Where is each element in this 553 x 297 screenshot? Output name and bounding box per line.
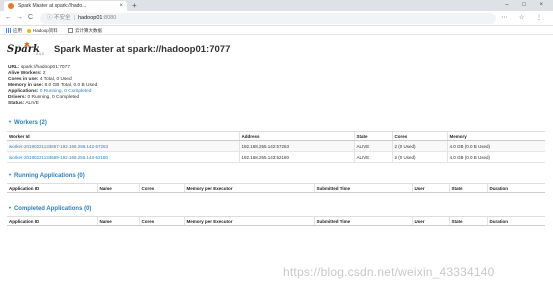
running-apps-table: Application ID Name Cores Memory per Exe… (7, 183, 545, 193)
completed-apps-heading[interactable]: ▼ Completed Applications (0) (8, 205, 91, 212)
worker-memory: 4.0 GB (0.0 B Used) (446, 151, 545, 163)
column-header[interactable]: Memory (446, 131, 545, 141)
worker-address: 192.168.255.142:57263 (238, 140, 354, 152)
forward-button[interactable]: → (16, 13, 23, 23)
tab-close-icon[interactable]: × (119, 1, 123, 11)
caret-down-icon: ▼ (8, 205, 12, 210)
folder-icon (68, 28, 73, 33)
table-row: worker-20190221133659-192.168.255.143-52… (7, 151, 545, 163)
spark-favicon-icon (8, 3, 14, 9)
bookmark-apps[interactable]: 应用 (6, 26, 22, 35)
caret-down-icon: ▼ (8, 172, 12, 177)
column-header[interactable]: Duration (486, 183, 545, 193)
address-host: hadoop01 (78, 15, 103, 21)
cores-in-use: 4 Total, 0 Used (39, 77, 72, 82)
caret-down-icon: ▼ (8, 119, 12, 124)
master-url: spark://hadoop01:7077 (20, 65, 70, 70)
column-header[interactable]: State (448, 183, 487, 193)
alive-workers: 2 (42, 71, 46, 76)
column-header[interactable]: State (353, 131, 392, 141)
column-header[interactable]: Name (96, 183, 139, 193)
new-tab-button[interactable]: + (132, 0, 137, 11)
bookmark-hadoop[interactable]: Hadoop资料 (27, 26, 58, 35)
info-icon: ⓘ (47, 15, 53, 21)
worker-link[interactable]: worker-20190221133659-192.168.255.143-52… (9, 155, 108, 160)
running-apps-heading[interactable]: ▼ Running Applications (0) (8, 172, 85, 179)
bookmark-icon (27, 29, 31, 33)
spark-master-page: Spark ✱ 2.4.0 Spark Master at spark://ha… (0, 36, 553, 297)
spark-logo[interactable]: Spark ✱ 2.4.0 (7, 41, 45, 61)
column-header[interactable]: User (411, 216, 449, 226)
browser-toolbar: ← → C ⓘ 不安全 | hadoop01:8080 ⋯ ☆ ⋮ (0, 11, 553, 26)
worker-cores: 2 (0 Used) (391, 151, 447, 163)
watermark: https://blog.csdn.net/weixin_43334140 (283, 265, 495, 279)
tab-title: Spark Master at spark://hado... (18, 3, 87, 9)
browser-tab[interactable]: Spark Master at spark://hado... × (4, 1, 127, 11)
toolbar-icons[interactable]: ⋯ ☆ ⋮ (501, 14, 547, 21)
workers-heading[interactable]: ▼ Workers (2) (8, 119, 47, 126)
table-row: worker-20190221133657-192.168.255.142-57… (7, 140, 545, 152)
column-header[interactable]: Submitted Time (313, 216, 412, 226)
browser-tab-bar: Spark Master at spark://hado... × + – □ … (0, 0, 553, 11)
window-controls[interactable]: – □ × (505, 0, 549, 10)
worker-cores: 2 (0 Used) (391, 140, 447, 152)
apps-icon (6, 28, 11, 33)
page-title: Spark Master at spark://hadoop01:7077 (54, 44, 231, 55)
drivers: 0 Running, 0 Completed (27, 95, 80, 100)
column-header[interactable]: Memory per Executor (183, 183, 314, 193)
column-header[interactable]: Worker Id (7, 131, 239, 141)
column-header[interactable]: Cores (138, 216, 184, 226)
worker-address: 192.168.255.143:52180 (238, 151, 354, 163)
column-header[interactable]: User (411, 183, 449, 193)
completed-apps-table: Application ID Name Cores Memory per Exe… (7, 216, 545, 226)
memory-in-use: 8.0 GB Total, 0.0 B Used (44, 83, 98, 88)
column-header[interactable]: Duration (486, 216, 545, 226)
reload-button[interactable]: C (28, 13, 33, 23)
spark-star-icon: ✱ (24, 42, 30, 49)
worker-state: ALIVE (353, 151, 392, 163)
column-header[interactable]: State (448, 216, 487, 226)
worker-link[interactable]: worker-20190221133657-192.168.255.142-57… (9, 144, 108, 149)
address-port: :8080 (102, 15, 117, 21)
master-status: ALIVE (25, 101, 39, 106)
column-header[interactable]: Submitted Time (313, 183, 412, 193)
workers-table: Worker Id Address State Cores Memory wor… (7, 131, 545, 163)
spark-version: 2.4.0 (36, 52, 44, 56)
insecure-label: 不安全 (54, 15, 71, 21)
column-header[interactable]: Address (238, 131, 354, 141)
column-header[interactable]: Cores (391, 131, 447, 141)
running-apps-link[interactable]: 0 Running, (40, 89, 63, 94)
column-header[interactable]: Application ID (7, 216, 97, 226)
bookmark-cloud[interactable]: 云计算大数据 (68, 26, 102, 35)
column-header[interactable]: Application ID (7, 183, 97, 193)
column-header[interactable]: Name (96, 216, 139, 226)
completed-apps-link[interactable]: 0 Completed (64, 89, 91, 94)
back-button[interactable]: ← (5, 13, 12, 23)
column-header[interactable]: Cores (138, 183, 184, 193)
cluster-summary: URL: spark://hadoop01:7077 Alive Workers… (8, 65, 98, 106)
worker-memory: 4.0 GB (0.0 B Used) (446, 140, 545, 152)
bookmarks-bar: 应用 Hadoop资料 云计算大数据 (0, 26, 553, 35)
column-header[interactable]: Memory per Executor (183, 216, 314, 226)
worker-state: ALIVE (353, 140, 392, 152)
address-bar[interactable]: ⓘ 不安全 | hadoop01:8080 (40, 13, 496, 24)
